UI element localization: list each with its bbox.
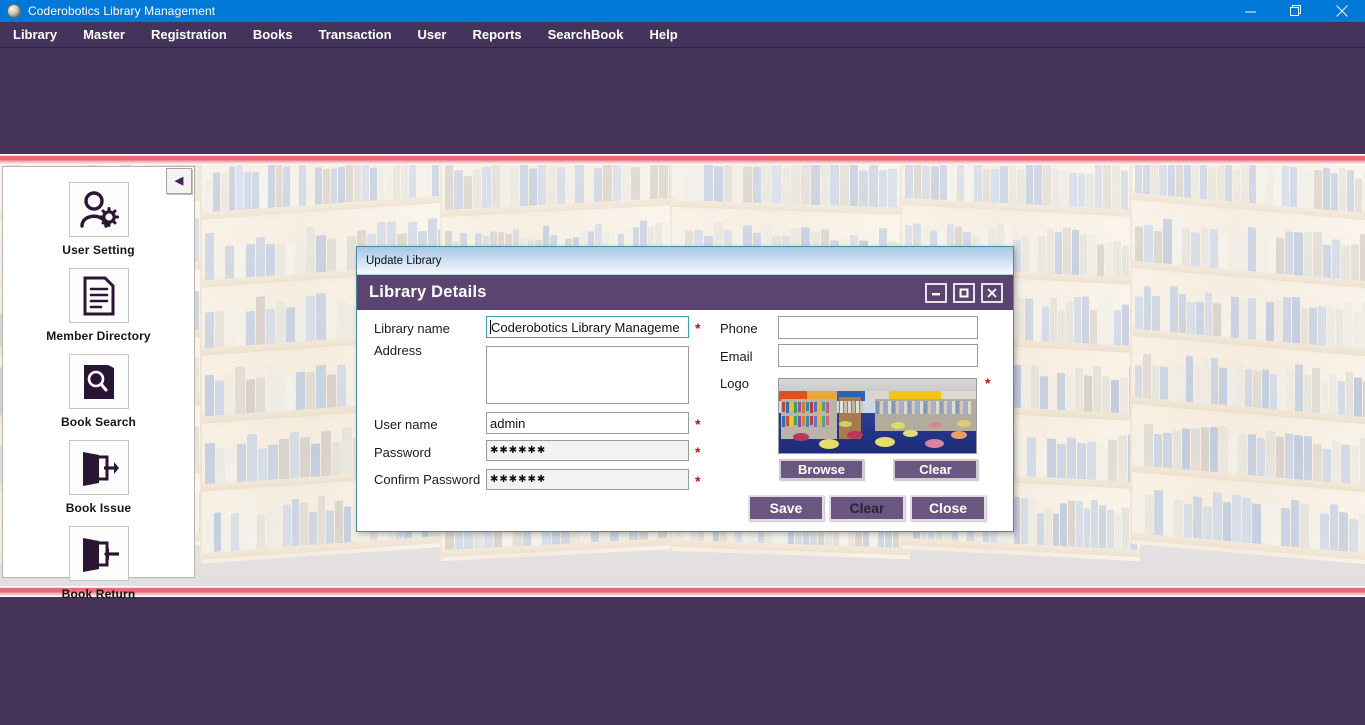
sidebar-item-book-return[interactable]: Book Return: [3, 526, 194, 601]
sidebar-item-book-search[interactable]: Book Search: [3, 354, 194, 429]
book-return-icon: [68, 526, 129, 581]
menu-item-transaction[interactable]: Transaction: [306, 22, 405, 48]
book-search-icon: [68, 354, 129, 409]
clear-button[interactable]: Clear: [829, 495, 905, 521]
sidebar-item-label: Book Issue: [65, 501, 132, 515]
sidebar-item-label: Member Directory: [46, 329, 151, 343]
top-banner: [0, 48, 1365, 154]
password-value: ✱✱✱✱✱✱: [490, 445, 547, 456]
user-name-input[interactable]: admin: [486, 412, 689, 434]
dialog-close-icon[interactable]: [981, 282, 1003, 303]
menu-item-registration[interactable]: Registration: [138, 22, 240, 48]
sidebar-item-book-issue[interactable]: Book Issue: [3, 440, 194, 515]
sidebar-item-label: User Setting: [62, 243, 135, 257]
window-titlebar: Coderobotics Library Management: [0, 0, 1365, 22]
close-button[interactable]: Close: [910, 495, 986, 521]
bottom-banner: [0, 597, 1365, 725]
sidebar-nav-list: User Setting Member Directory Book Searc…: [3, 167, 194, 601]
menu-item-books[interactable]: Books: [240, 22, 306, 48]
minimize-icon[interactable]: [1227, 0, 1273, 22]
confirm-password-input[interactable]: ✱✱✱✱✱✱: [486, 469, 689, 490]
member-directory-icon: [68, 268, 129, 323]
dialog-maximize-icon[interactable]: [953, 282, 975, 303]
logo-image: [779, 379, 976, 453]
address-input[interactable]: [486, 346, 689, 404]
library-name-input[interactable]: Coderobotics Library Manageme: [486, 316, 689, 338]
password-input[interactable]: ✱✱✱✱✱✱: [486, 440, 689, 461]
save-button[interactable]: Save: [748, 495, 824, 521]
restore-icon[interactable]: [1273, 0, 1319, 22]
dialog-titlebar: Update Library: [357, 247, 1013, 275]
user-setting-icon: [68, 182, 129, 237]
dialog-window-controls: [925, 282, 1003, 303]
email-input[interactable]: [778, 344, 978, 367]
logo-preview[interactable]: [778, 378, 977, 454]
browse-button[interactable]: Browse: [779, 459, 864, 480]
top-separator: [0, 154, 1365, 165]
chevron-left-icon: ◀: [174, 174, 184, 187]
left-sidebar: User Setting Member Directory Book Searc…: [2, 166, 195, 601]
window-title: Coderobotics Library Management: [28, 4, 216, 18]
dialog-header-title: Library Details: [369, 283, 487, 301]
book-issue-icon: [68, 440, 129, 495]
main-menubar: Library Master Registration Books Transa…: [0, 22, 1365, 48]
dialog-window-title: Update Library: [366, 254, 442, 267]
bottom-separator: [0, 586, 1365, 597]
sidebar-item-label: Book Return: [61, 587, 136, 601]
sidebar-collapse-button[interactable]: ◀: [166, 168, 192, 194]
menu-item-master[interactable]: Master: [70, 22, 138, 48]
menu-item-searchbook[interactable]: SearchBook: [535, 22, 637, 48]
close-icon[interactable]: [1319, 0, 1365, 22]
application-window: Coderobotics Library Management Library …: [0, 0, 1365, 725]
menu-item-library[interactable]: Library: [0, 22, 70, 48]
dialog-minimize-icon[interactable]: [925, 282, 947, 303]
confirm-password-value: ✱✱✱✱✱✱: [490, 474, 547, 485]
menu-item-user[interactable]: User: [405, 22, 460, 48]
menu-item-reports[interactable]: Reports: [459, 22, 534, 48]
library-name-value: Coderobotics Library Manageme: [491, 319, 680, 335]
dialog-header: Library Details: [357, 275, 1013, 310]
phone-input[interactable]: [778, 316, 978, 339]
app-icon: [7, 4, 21, 18]
menu-item-help[interactable]: Help: [636, 22, 690, 48]
logo-clear-button[interactable]: Clear: [893, 459, 978, 480]
sidebar-item-label: Book Search: [60, 415, 136, 429]
sidebar-item-member-directory[interactable]: Member Directory: [3, 268, 194, 343]
user-name-value: admin: [490, 415, 526, 431]
window-controls: [1227, 0, 1365, 22]
